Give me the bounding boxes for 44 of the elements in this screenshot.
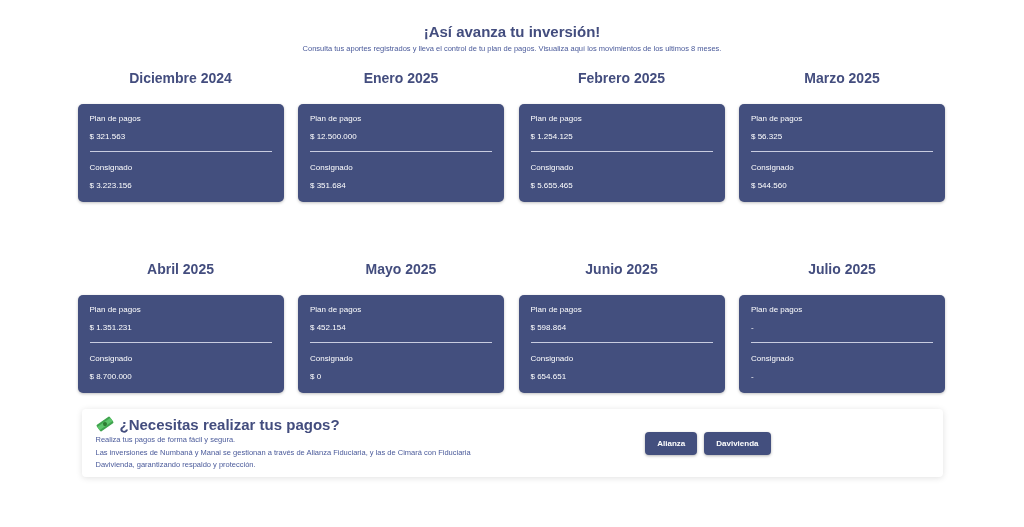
- paid-amount: -: [751, 371, 755, 383]
- paid-amount: $ 8.700.000: [89, 371, 133, 383]
- bank-button[interactable]: Alianza: [645, 431, 698, 455]
- paid-amount: $ 351.684: [310, 180, 347, 192]
- paid-label: Consignado: [89, 353, 134, 365]
- plan-amount: $ 1.351.231: [89, 322, 133, 334]
- plan-label: Plan de pagos: [530, 113, 583, 125]
- paid-label: Consignado: [751, 353, 795, 365]
- plan-label: Plan de pagos: [310, 113, 363, 125]
- plan-amount: $ 12.500.000: [310, 131, 358, 143]
- paid-label: Consignado: [530, 162, 575, 174]
- plan-amount: $ 1.254.125: [530, 131, 574, 143]
- bank-button[interactable]: Davivienda: [704, 431, 771, 455]
- paid-label: Consignado: [751, 162, 795, 174]
- plan-amount: $ 56.325: [751, 131, 784, 143]
- month-title: Diciembre 2024: [128, 69, 233, 88]
- paid-label: Consignado: [310, 353, 354, 365]
- month-title: Mayo 2025: [364, 260, 438, 279]
- plan-label: Plan de pagos: [89, 113, 142, 125]
- plan-label: Plan de pagos: [751, 304, 804, 316]
- plan-label: Plan de pagos: [751, 113, 804, 125]
- paid-amount: $ 3.223.156: [89, 180, 133, 192]
- month-title: Marzo 2025: [803, 69, 881, 88]
- plan-label: Plan de pagos: [310, 304, 363, 316]
- paid-amount: $ 544.560: [751, 180, 788, 192]
- paid-amount: $ 654.651: [530, 371, 568, 383]
- month-title: Julio 2025: [807, 260, 877, 279]
- page-title: ¡Así avanza tu inversión!: [422, 22, 602, 42]
- plan-amount: $ 598.864: [530, 322, 568, 334]
- paid-label: Consignado: [89, 162, 134, 174]
- month-title: Febrero 2025: [576, 69, 667, 88]
- paid-label: Consignado: [530, 353, 575, 365]
- plan-amount: $ 321.563: [89, 131, 127, 143]
- payments-title: ¿Necesitas realizar tus pagos?: [119, 415, 340, 433]
- month-title: Abril 2025: [146, 260, 215, 279]
- month-title: Enero 2025: [362, 69, 440, 88]
- plan-amount: -: [751, 322, 755, 334]
- paid-amount: $ 5.655.465: [530, 180, 574, 192]
- plan-label: Plan de pagos: [530, 304, 583, 316]
- plan-label: Plan de pagos: [89, 304, 142, 316]
- month-title: Junio 2025: [584, 260, 659, 279]
- plan-amount: $ 452.154: [310, 322, 347, 334]
- paid-amount: $ 0: [310, 371, 323, 383]
- paid-label: Consignado: [310, 162, 354, 174]
